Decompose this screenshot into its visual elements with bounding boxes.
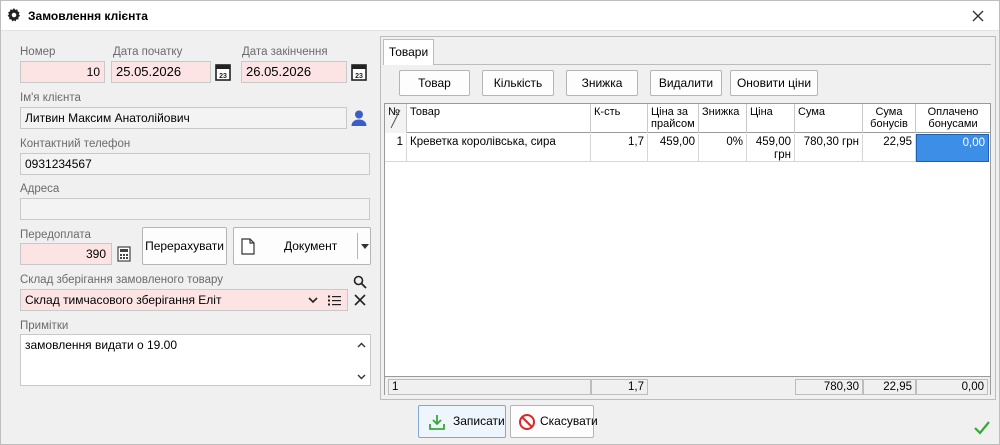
download-icon [429,415,445,430]
product-button[interactable]: Товар [399,70,470,96]
warehouse-select[interactable]: Склад тимчасового зберігання Еліт [20,289,348,311]
tab-strip-line [383,64,991,65]
cell-paid-bonus[interactable]: 0,00 [916,134,989,162]
window-title: Замовлення клієнта [28,9,148,23]
end-date-field[interactable]: 26.05.2026 [241,61,347,83]
scroll-down-icon[interactable] [357,374,366,380]
cell-list-price[interactable]: 459,00 [648,134,699,162]
warehouse-label: Склад зберігання замовленого товару [20,274,224,286]
column-header-discount[interactable]: Знижка [699,104,747,133]
start-date-label: Дата початку [113,46,183,58]
footer-count: 1 [388,379,591,395]
update-prices-button[interactable]: Оновити ціни [730,70,818,96]
save-button[interactable]: Записати [418,405,506,438]
row-number-header[interactable]: № [385,104,407,133]
tab-products[interactable]: Товари [383,39,434,65]
title-bar: Замовлення клієнта [1,1,999,31]
row-number: 1 [385,134,407,162]
cell-product[interactable]: Креветка королівська, сира [407,134,591,162]
products-table: № Товар К-сть Ціна за прайсом Знижка Цін… [384,103,991,395]
footer-paid-bonus: 0,00 [916,379,988,395]
chevron-down-icon[interactable] [308,297,318,304]
dropdown-arrow-icon[interactable] [361,244,369,249]
quantity-button[interactable]: Кількість [482,70,554,96]
document-button-label: Документ [284,239,338,253]
cell-price[interactable]: 459,00 грн [747,134,795,162]
client-label: Ім'я клієнта [20,92,81,104]
footer-bonus-sum: 22,95 [863,379,916,395]
cancel-button-label: Скасувати [540,414,598,428]
phone-field[interactable]: 0931234567 [20,153,370,175]
start-date-field[interactable]: 25.05.2026 [111,61,211,83]
person-icon[interactable] [350,109,368,127]
notes-textarea[interactable]: замовлення видати о 19.00 [20,334,371,386]
delete-button[interactable]: Видалити [650,70,722,96]
footer-sum: 780,30 [795,379,863,395]
prepayment-label: Передоплата [20,229,91,241]
gear-icon [7,8,21,22]
column-header-bonus-sum[interactable]: Сума бонусів [863,104,916,133]
document-button[interactable]: Документ [233,227,371,265]
cancel-button[interactable]: Скасувати [510,405,598,438]
calendar-icon[interactable]: 23 [215,63,231,81]
cell-sum[interactable]: 780,30 грн [795,134,863,162]
forbidden-icon [519,414,535,430]
column-header-sum[interactable]: Сума [795,104,863,133]
save-button-label: Записати [453,414,505,428]
search-icon[interactable] [353,275,367,289]
calendar-icon-label: 23 [219,73,227,80]
document-icon [241,238,255,255]
column-header-price[interactable]: Ціна [747,104,795,133]
warehouse-value: Склад тимчасового зберігання Еліт [25,293,222,307]
notes-label: Примітки [20,320,69,332]
cell-bonus-sum[interactable]: 22,95 [863,134,916,162]
calendar-icon[interactable]: 23 [351,63,367,81]
calendar-icon-label: 23 [355,73,363,80]
end-date-label: Дата закінчення [242,46,328,58]
list-icon[interactable] [328,295,341,306]
column-header-paid-bonus[interactable]: Оплачено бонусами [916,104,990,133]
column-header-quantity[interactable]: К-сть [591,104,648,133]
scroll-up-icon[interactable] [357,342,366,348]
column-header-product[interactable]: Товар [407,104,591,133]
table-header: № Товар К-сть Ціна за прайсом Знижка Цін… [385,104,990,133]
number-field[interactable]: 10 [20,61,105,83]
calculator-icon[interactable] [117,246,131,262]
address-label: Адреса [20,183,60,195]
cell-discount[interactable]: 0% [699,134,747,162]
column-header-list-price[interactable]: Ціна за прайсом [648,104,699,133]
close-icon[interactable] [969,7,987,25]
order-window: Замовлення клієнта Номер 10 Дата початку… [0,0,1000,445]
cell-quantity[interactable]: 1,7 [591,134,648,162]
checkmark-icon [974,421,990,435]
phone-label: Контактний телефон [20,138,131,150]
notes-value: замовлення видати о 19.00 [25,338,178,352]
recalculate-button[interactable]: Перерахувати [142,227,227,265]
split-divider [357,233,358,259]
clear-icon[interactable] [354,294,366,306]
client-field[interactable]: Литвин Максим Анатолійович [20,107,347,129]
discount-button[interactable]: Знижка [566,70,638,96]
number-label: Номер [20,46,56,58]
address-field[interactable] [20,198,370,220]
prepayment-field[interactable]: 390 [20,243,112,265]
column-select-icon [390,109,401,129]
footer-quantity: 1,7 [591,379,648,395]
table-footer: 1 1,7 780,30 22,95 0,00 [385,376,990,395]
